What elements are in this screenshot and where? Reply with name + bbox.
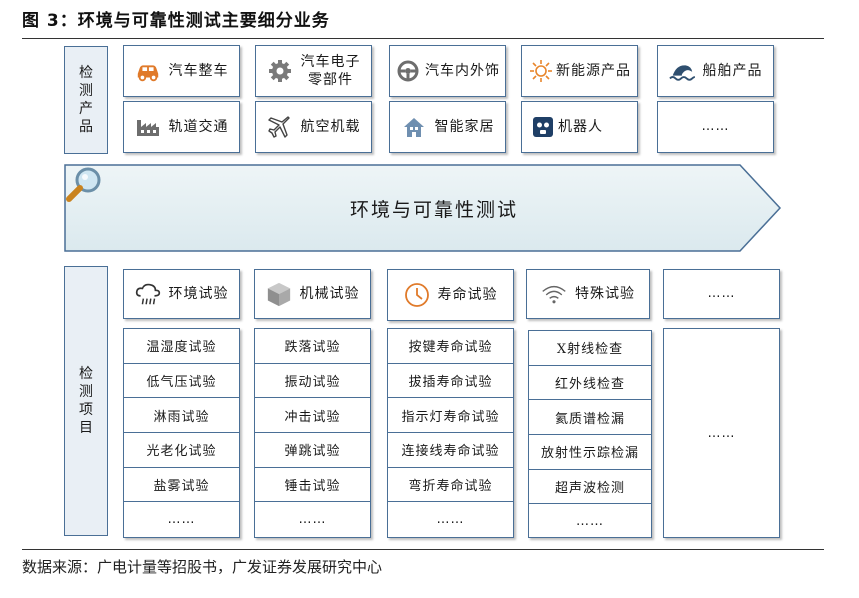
- ship-wave-icon: [668, 58, 695, 84]
- tests-mechanical-list: 跌落试验 振动试验 冲击试验 弹跳试验 锤击试验 ……: [254, 328, 371, 538]
- banner-arrow: 环境与可靠性测试: [64, 164, 782, 252]
- list-item: ……: [167, 512, 196, 528]
- list-item: 连接线寿命试验: [388, 433, 513, 468]
- house-icon: [401, 114, 427, 140]
- list-item: 拔插寿命试验: [388, 364, 513, 399]
- list-item: 冲击试验: [255, 398, 370, 434]
- category-more: ……: [663, 269, 780, 319]
- category-special: 特殊试验: [526, 269, 650, 319]
- tests-environment-list: 温湿度试验 低气压试验 淋雨试验 光老化试验 盐雾试验 ……: [123, 328, 240, 538]
- list-item: 放射性示踪检漏: [529, 435, 651, 470]
- product-more: ……: [657, 101, 774, 153]
- airplane-icon: [267, 114, 293, 140]
- tests-lifetime-list: 按键寿命试验 拔插寿命试验 指示灯寿命试验 连接线寿命试验 弯折寿命试验 ……: [387, 328, 514, 538]
- list-item: 红外线检查: [529, 366, 651, 401]
- list-item: 低气压试验: [124, 364, 239, 399]
- tests-special-list: X射线检查 红外线检查 氦质谱检漏 放射性示踪检漏 超声波检测 ……: [528, 330, 652, 538]
- list-item: 淋雨试验: [124, 398, 239, 434]
- product-rail-transit: 轨道交通: [123, 101, 240, 153]
- category-lifetime: 寿命试验: [387, 269, 514, 321]
- sun-icon: [528, 58, 554, 84]
- tests-more-box: ……: [663, 328, 780, 538]
- list-item: 温湿度试验: [124, 329, 239, 364]
- list-item: ……: [436, 512, 465, 528]
- product-auto-interior: 汽车内外饰: [389, 45, 506, 97]
- product-smart-home: 智能家居: [389, 101, 506, 153]
- steering-wheel-icon: [395, 58, 421, 84]
- robot-icon: [530, 114, 556, 140]
- list-item: 锤击试验: [255, 468, 370, 503]
- source-note: 数据来源：广电计量等招股书，广发证券发展研究中心: [22, 558, 383, 576]
- products-section-label: 检 测 产 品: [64, 46, 108, 154]
- product-auto-electronics: 汽车电子 零部件: [255, 45, 372, 97]
- list-item: 光老化试验: [124, 433, 239, 468]
- product-ship: 船舶产品: [657, 45, 774, 97]
- product-robot: 机器人: [521, 101, 638, 153]
- figure-title: 图 3：环境与可靠性测试主要细分业务: [22, 11, 330, 31]
- gear-icon: [267, 58, 293, 84]
- list-item: 弹跳试验: [255, 433, 370, 468]
- top-rule: [22, 38, 824, 39]
- cube-icon: [266, 281, 292, 307]
- factory-icon: [135, 114, 161, 140]
- category-mechanical: 机械试验: [254, 269, 371, 319]
- list-item: 按键寿命试验: [388, 329, 513, 364]
- product-automotive: 汽车整车: [123, 45, 240, 97]
- list-item: 盐雾试验: [124, 468, 239, 503]
- list-item: 弯折寿命试验: [388, 468, 513, 503]
- wifi-signal-icon: [541, 281, 567, 307]
- list-item: 超声波检测: [529, 470, 651, 505]
- list-item: 振动试验: [255, 364, 370, 399]
- clock-icon: [404, 282, 430, 308]
- banner-label: 环境与可靠性测试: [349, 198, 518, 221]
- cloud-rain-icon: [135, 281, 161, 307]
- more-ellipsis: ……: [707, 425, 736, 441]
- product-new-energy: 新能源产品: [521, 45, 638, 97]
- car-icon: [135, 58, 161, 84]
- list-item: 跌落试验: [255, 329, 370, 364]
- bottom-rule: [22, 549, 824, 550]
- list-item: ……: [298, 512, 327, 528]
- list-item: X射线检查: [529, 331, 651, 366]
- product-aviation: 航空机载: [255, 101, 372, 153]
- items-section-label: 检 测 项 目: [64, 266, 108, 536]
- list-item: ……: [576, 514, 604, 530]
- list-item: 氦质谱检漏: [529, 400, 651, 436]
- list-item: 指示灯寿命试验: [388, 398, 513, 434]
- category-environment: 环境试验: [123, 269, 240, 319]
